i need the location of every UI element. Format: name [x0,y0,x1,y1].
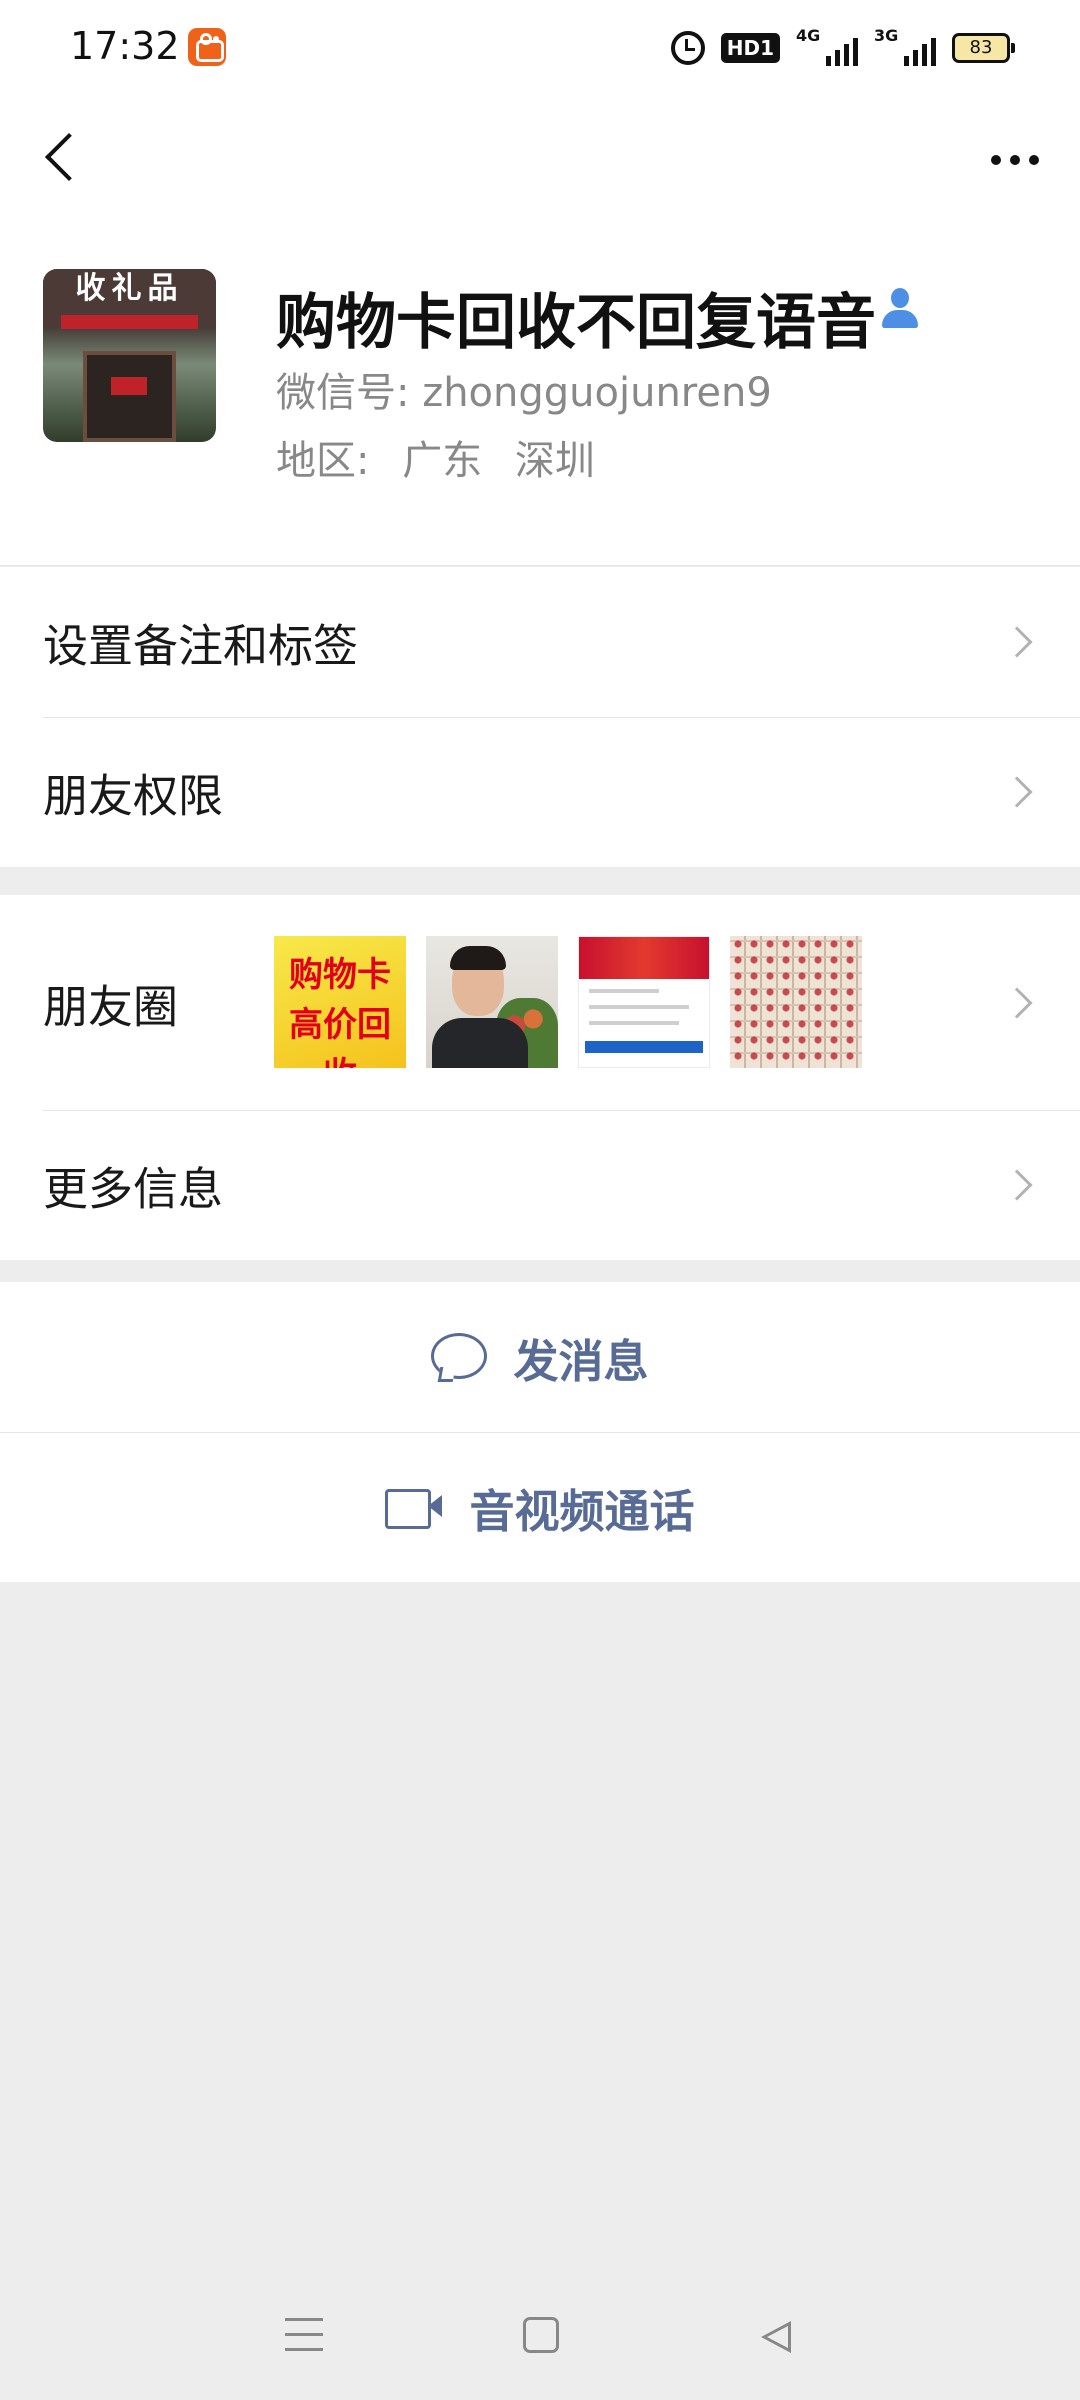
send-message-label: 发消息 [513,1334,649,1388]
moments-row[interactable]: 朋友圈 购物卡 高价回收 [0,895,1080,1110]
status-time: 17:32 [70,24,180,68]
thumb-text-line2: 高价回收 [289,1005,391,1068]
alarm-icon [670,31,705,65]
moments-thumbnails: 购物卡 高价回收 [274,936,862,1068]
back-arrow-icon[interactable] [30,124,100,194]
friend-permissions-row[interactable]: 朋友权限 [0,717,1080,867]
profile-name: 购物卡回收不回复语音 [276,288,876,358]
moments-thumb-3 [578,936,710,1068]
moments-thumb-2 [426,936,558,1068]
remarks-tags-label: 设置备注和标签 [43,619,359,673]
info-group: 朋友圈 购物卡 高价回收 [0,895,1080,1260]
signal-4g-icon: 4G [796,26,858,68]
person-icon [880,288,920,328]
status-icons: HD1 4G 3G 83 [670,26,1015,70]
region: 地区: 广东 深圳 [276,428,615,486]
menu-icon[interactable] [285,2318,323,2352]
settings-group: 设置备注和标签 朋友权限 [0,567,1080,867]
system-nav-bar [0,2270,1080,2400]
hd-icon: HD1 [720,33,780,63]
chevron-right-icon [1001,1169,1033,1201]
wechat-id: 微信号: zhongguojunren9 [276,360,772,418]
signal-3g-icon: 3G [874,26,936,68]
status-bar: 17:32 HD1 4G 3G 83 [0,0,1080,96]
battery-icon: 83 [952,33,1015,63]
friend-permissions-label: 朋友权限 [43,769,224,823]
more-info-label: 更多信息 [43,1162,224,1216]
send-message-button[interactable]: 发消息 [0,1282,1080,1432]
region-province: 广东 [402,438,483,484]
back-triangle-icon[interactable] [759,2317,795,2353]
more-options-icon[interactable] [980,130,1050,190]
thumb-text-line1: 购物卡 [289,955,391,995]
nav-bar [0,96,1080,226]
more-info-row[interactable]: 更多信息 [0,1110,1080,1260]
home-icon[interactable] [523,2317,559,2353]
wechat-id-label: 微信号: [276,370,410,416]
wechat-id-value: zhongguojunren9 [422,370,772,416]
moments-thumb-1: 购物卡 高价回收 [274,936,406,1068]
moments-label: 朋友圈 [43,980,179,1033]
kuaishou-app-icon [188,28,226,66]
video-camera-icon [385,1487,443,1529]
chevron-right-icon [1001,626,1033,658]
region-city: 深圳 [514,438,595,484]
actions-group: 发消息 音视频通话 [0,1282,1080,1582]
network-type-label: 4G [796,26,821,45]
chevron-right-icon [1001,776,1033,808]
region-label: 地区: [276,438,370,484]
avatar[interactable]: 收礼品 [43,269,216,442]
video-call-button[interactable]: 音视频通话 [0,1432,1080,1582]
moments-thumb-4 [730,936,862,1068]
chevron-right-icon [1001,986,1033,1019]
video-call-label: 音视频通话 [469,1484,695,1538]
chat-bubble-icon [431,1333,488,1381]
remarks-tags-row[interactable]: 设置备注和标签 [0,567,1080,717]
network-type-label: 3G [874,26,899,45]
profile-header: 收礼品 购物卡回收不回复语音 微信号: zhongguojunren9 地区: … [0,226,1080,566]
